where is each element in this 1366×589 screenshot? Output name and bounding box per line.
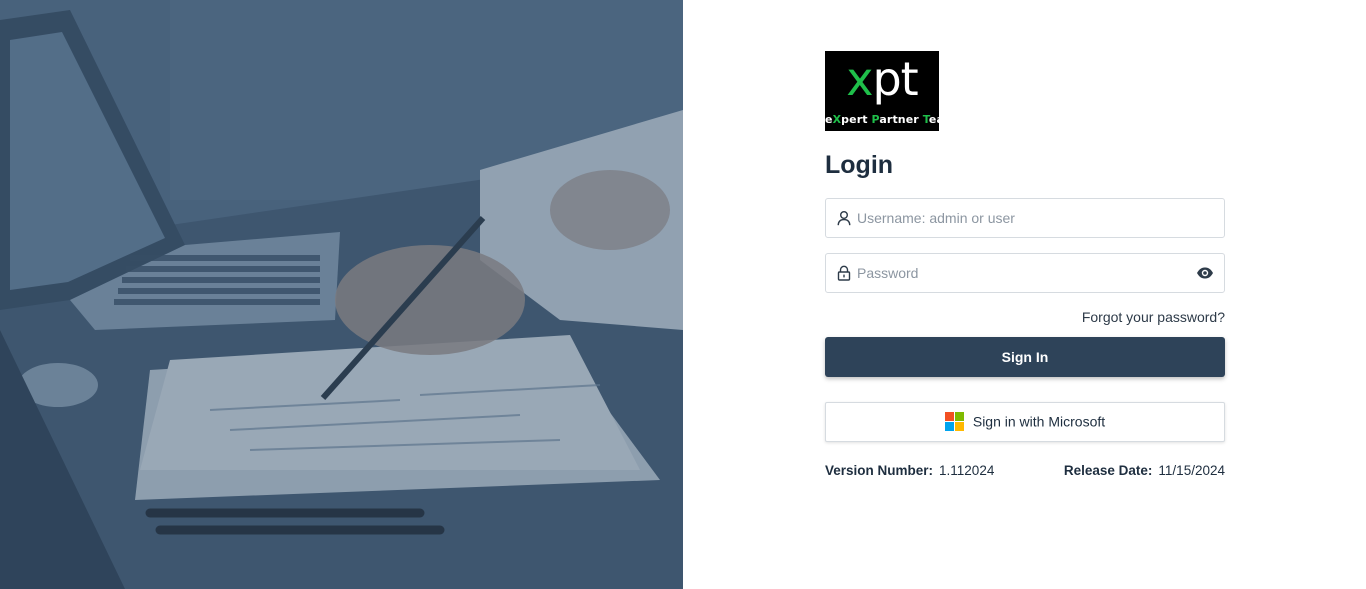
forgot-password-link[interactable]: Forgot your password? <box>825 309 1225 325</box>
microsoft-logo-icon <box>944 412 964 431</box>
sign-in-button[interactable]: Sign In <box>825 337 1225 377</box>
release-date: Release Date: 11/15/2024 <box>1064 463 1225 479</box>
logo-tagline-segment: artner <box>879 113 923 126</box>
microsoft-button-label: Sign in with Microsoft <box>972 413 1106 430</box>
sign-in-microsoft-button[interactable]: Sign in with Microsoft <box>825 402 1225 442</box>
logo-tagline-segment: e <box>825 113 833 126</box>
login-panel: xpt eXpert Partner Team Login Forgot you… <box>825 51 1225 479</box>
release-label: Release Date: <box>1063 463 1153 478</box>
version-value: 1.112024 <box>939 463 995 478</box>
username-field[interactable] <box>825 198 1225 238</box>
version-label: Version Number: <box>825 463 934 478</box>
brand-logo: xpt eXpert Partner Team <box>825 51 955 131</box>
version-number: Version Number: 1.112024 <box>825 463 994 479</box>
password-field[interactable] <box>825 253 1225 293</box>
version-info: Version Number: 1.112024 Release Date: 11/… <box>825 463 1225 479</box>
logo-wordmark: xpt <box>846 52 918 106</box>
password-input[interactable] <box>857 254 1187 292</box>
logo-tagline-segment: pert <box>841 113 872 126</box>
user-icon <box>837 211 851 226</box>
lock-icon <box>837 265 851 281</box>
page-title: Login <box>825 151 894 179</box>
release-value: 11/15/2024 <box>1158 463 1225 478</box>
logo-tagline: eXpert Partner Team <box>825 113 955 126</box>
logo-tagline-segment: X <box>832 113 842 126</box>
hero-background-image <box>0 0 683 589</box>
hero-overlay <box>0 0 683 589</box>
username-input[interactable] <box>857 199 1187 237</box>
logo-tagline-segment: eam <box>928 113 956 126</box>
eye-icon[interactable] <box>1196 266 1214 280</box>
